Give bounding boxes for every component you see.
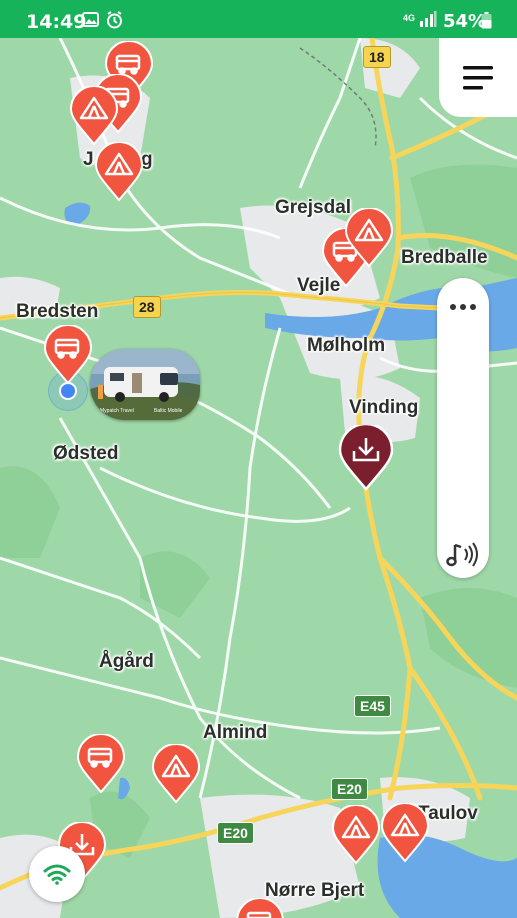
campsite-photo-thumbnail[interactable]: Mypatch Travel Baltic Mobile <box>90 349 200 420</box>
menu-button[interactable] <box>439 38 517 117</box>
hamburger-menu-icon <box>463 65 493 89</box>
place-label-jelling-start: J <box>83 149 94 170</box>
battery-percentage: 54% <box>443 11 487 32</box>
place-label-agard: Ågård <box>99 651 154 672</box>
road-shield-18: 18 <box>363 46 391 68</box>
place-label-vinding: Vinding <box>349 397 419 418</box>
tent-pin[interactable] <box>151 744 201 804</box>
battery-icon <box>481 12 492 34</box>
gallery-icon <box>82 11 99 33</box>
app-screen: 14:49 4G 54% J g Grejsdal Bredballe Vejl… <box>0 0 517 918</box>
photo-caption-right: Baltic Mobile <box>154 408 183 414</box>
alarm-icon <box>106 11 123 34</box>
camper-pin[interactable] <box>235 898 285 918</box>
selected-download-pin[interactable] <box>338 425 394 491</box>
tent-pin[interactable] <box>331 805 381 865</box>
side-panel[interactable] <box>437 278 489 578</box>
wifi-icon <box>43 864 71 885</box>
road-shield-e20-b: E20 <box>217 822 254 844</box>
camper-pin[interactable] <box>76 734 126 794</box>
tent-pin[interactable] <box>69 86 119 146</box>
road-shield-e20-a: E20 <box>331 778 368 800</box>
place-label-odsted: Ødsted <box>53 443 119 464</box>
road-shield-28: 28 <box>133 296 161 318</box>
sound-icon[interactable] <box>445 541 481 574</box>
place-label-grejsdal: Grejsdal <box>275 197 352 218</box>
place-label-bredballe: Bredballe <box>401 247 488 268</box>
wifi-button[interactable] <box>29 846 85 902</box>
signal-icon <box>419 11 437 32</box>
place-label-almind: Almind <box>203 722 268 743</box>
photo-caption-left: Mypatch Travel <box>100 408 134 414</box>
tent-pin[interactable] <box>94 142 144 202</box>
status-bar: 14:49 4G 54% <box>0 0 517 38</box>
status-time: 14:49 <box>26 11 87 33</box>
more-dots-icon[interactable] <box>449 298 477 316</box>
tent-pin[interactable] <box>380 803 430 863</box>
tent-pin[interactable] <box>344 208 394 268</box>
place-label-bredsten: Bredsten <box>16 301 99 322</box>
camper-pin[interactable] <box>43 325 93 385</box>
place-label-molholm: Mølholm <box>307 335 386 356</box>
network-type: 4G <box>403 13 416 23</box>
road-shield-e45: E45 <box>354 695 391 717</box>
